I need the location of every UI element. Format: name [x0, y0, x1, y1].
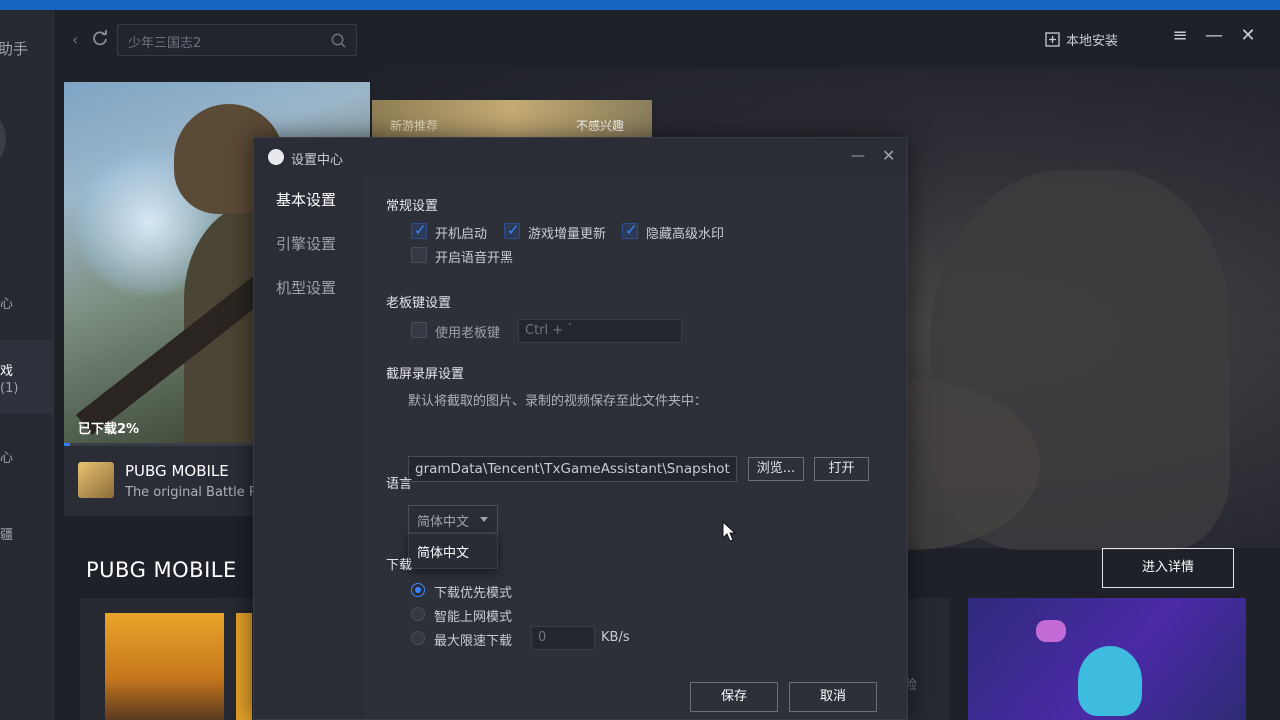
mouse-cursor-icon: [722, 521, 737, 542]
screenshot-settings-title: 截屏录屏设置: [386, 367, 465, 382]
brand-name: 助手: [0, 40, 29, 58]
browse-button[interactable]: 浏览...: [748, 457, 804, 481]
general-settings-title: 常规设置: [386, 199, 439, 214]
tab-basic-settings[interactable]: 基本设置: [276, 189, 336, 210]
download-progress-label: 已下载2%: [78, 422, 140, 437]
app-window: 助手 心 戏 (1) 心 疆 ‹ 少年三国志2 本地安装 ≡ — ✕ 新游推荐 …: [0, 0, 1280, 720]
sidebar-item-games-count: (1): [0, 381, 19, 396]
search-icon[interactable]: [331, 33, 346, 48]
autostart-label: 开机启动: [435, 227, 488, 242]
enter-detail-button[interactable]: 进入详情: [1102, 548, 1234, 588]
sidebar-item-center[interactable]: 心: [0, 293, 13, 312]
language-selected: 简体中文: [417, 515, 470, 530]
add-file-icon: [1045, 32, 1060, 47]
download-priority-radio[interactable]: [411, 583, 425, 597]
search-input[interactable]: 少年三国志2: [128, 32, 201, 51]
boss-key-checkbox[interactable]: [411, 322, 427, 338]
dialog-header: 设置中心 — ✕: [254, 138, 907, 176]
speed-limit-label: 最大限速下载: [434, 634, 513, 649]
dialog-content: 常规设置 开机启动 游戏增量更新 隐藏高级水印 开启语音开黑 老板键设置 使用老…: [363, 176, 907, 719]
game-icon: [78, 462, 114, 498]
download-priority-label: 下载优先模式: [434, 586, 513, 601]
download-settings-title: 下载: [386, 558, 413, 573]
secondary-banner[interactable]: 新游推荐 不感兴趣: [372, 100, 652, 138]
banner-dislike[interactable]: 不感兴趣: [576, 117, 624, 134]
open-folder-button[interactable]: 打开: [814, 457, 869, 481]
language-dropdown: 简体中文: [408, 533, 498, 569]
gamepad-icon: [1036, 620, 1066, 642]
language-option-simplified-chinese[interactable]: 简体中文: [417, 546, 469, 561]
sidebar: 助手 心 戏 (1) 心 疆: [0, 10, 54, 720]
app-logo-icon: [268, 149, 284, 165]
language-select[interactable]: 简体中文: [408, 505, 498, 533]
dialog-close-icon[interactable]: ✕: [882, 146, 895, 165]
speed-limit-input[interactable]: 0: [531, 626, 595, 650]
tab-device-settings[interactable]: 机型设置: [276, 277, 336, 298]
snapshot-path-text: gramData\Tencent\TxGameAssistant\Snapsho…: [415, 461, 730, 477]
thumbnail-2[interactable]: [236, 613, 252, 720]
boss-key-title: 老板键设置: [386, 296, 452, 311]
smart-surf-radio[interactable]: [411, 607, 425, 621]
snapshot-path-field[interactable]: gramData\Tencent\TxGameAssistant\Snapsho…: [408, 456, 737, 482]
speed-unit-label: KB/s: [601, 630, 630, 645]
promo-banner[interactable]: [968, 598, 1246, 720]
section-title: PUBG MOBILE: [86, 558, 237, 582]
hide-watermark-label: 隐藏高级水印: [646, 227, 725, 242]
hide-watermark-checkbox[interactable]: [622, 221, 638, 239]
settings-dialog: 设置中心 — ✕ 基本设置 引擎设置 机型设置 常规设置 开机启动 游戏增量更新…: [253, 137, 908, 720]
voice-chat-checkbox[interactable]: [411, 247, 427, 263]
download-progress-fill: [64, 443, 71, 446]
local-install-label: 本地安装: [1066, 34, 1119, 49]
thumbnail-1[interactable]: [105, 613, 224, 720]
dialog-title: 设置中心: [291, 153, 344, 168]
back-arrow-icon[interactable]: ‹: [72, 30, 78, 49]
sidebar-item-message[interactable]: 心: [0, 447, 13, 466]
menu-icon[interactable]: ≡: [1170, 26, 1190, 46]
close-icon[interactable]: ✕: [1238, 26, 1258, 46]
chevron-down-icon: [480, 517, 488, 522]
screenshot-desc: 默认将截取的图片、录制的视频保存至此文件夹中：: [408, 394, 708, 409]
dialog-minimize-icon[interactable]: —: [851, 148, 865, 164]
dialog-nav: 基本设置 引擎设置 机型设置: [254, 176, 362, 719]
save-button[interactable]: 保存: [690, 682, 778, 712]
game-title: PUBG MOBILE: [125, 462, 229, 480]
autostart-checkbox[interactable]: [411, 221, 427, 239]
cancel-button[interactable]: 取消: [789, 682, 877, 712]
sidebar-item-games[interactable]: 戏: [0, 360, 13, 379]
refresh-icon[interactable]: [92, 30, 108, 46]
search-box[interactable]: 少年三国志2: [117, 24, 357, 56]
minimize-icon[interactable]: —: [1204, 26, 1224, 46]
voice-chat-label: 开启语音开黑: [435, 251, 514, 266]
tab-engine-settings[interactable]: 引擎设置: [276, 233, 336, 254]
os-title-strip: [0, 0, 1280, 10]
incremental-update-checkbox[interactable]: [504, 221, 520, 239]
game-subtitle: The original Battle R: [125, 485, 258, 500]
incremental-update-label: 游戏增量更新: [528, 227, 607, 242]
sidebar-item-territory[interactable]: 疆: [0, 524, 13, 543]
avatar[interactable]: [0, 112, 6, 166]
smart-surf-label: 智能上网模式: [434, 610, 513, 625]
speed-limit-radio[interactable]: [411, 631, 425, 645]
boss-key-hotkey-field[interactable]: Ctrl + `: [518, 319, 682, 343]
banner-tag-new: 新游推荐: [390, 119, 439, 133]
language-title: 语言: [386, 477, 413, 492]
boss-key-label: 使用老板键: [435, 326, 501, 341]
astronaut-image: [1078, 646, 1142, 716]
local-install-button[interactable]: 本地安装: [1045, 30, 1118, 49]
